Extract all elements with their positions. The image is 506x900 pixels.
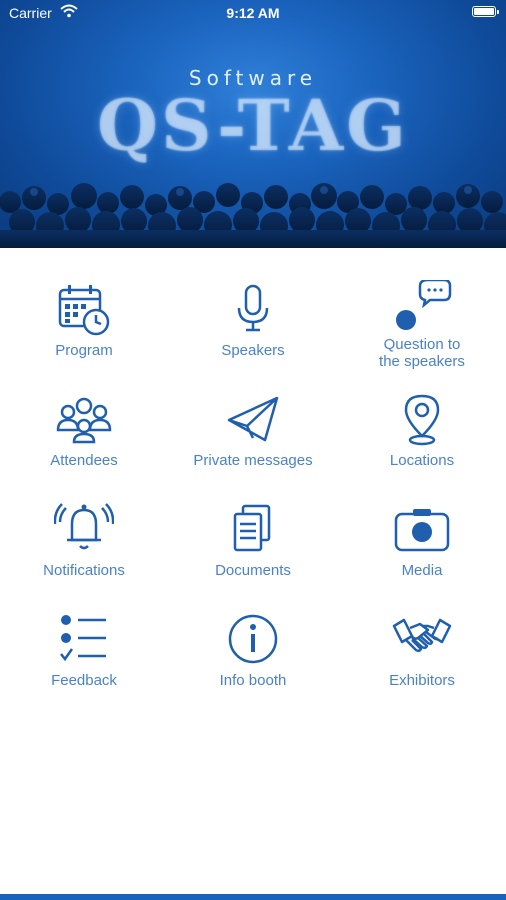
calendar-clock-icon: [58, 285, 110, 336]
menu-item-speakers[interactable]: Speakers: [169, 276, 337, 386]
menu-item-documents[interactable]: Documents: [169, 496, 337, 606]
menu-item-label: Feedback: [51, 672, 117, 689]
menu-item-info-booth[interactable]: Info booth: [169, 606, 337, 716]
camera-icon: [394, 509, 450, 552]
menu-item-label: Private messages: [193, 452, 313, 469]
people-group-icon: [56, 397, 112, 444]
menu-item-media[interactable]: Media: [338, 496, 506, 606]
status-bar: Carrier 9:12 AM: [0, 0, 506, 28]
battery-icon: [472, 6, 499, 17]
checklist-icon: [60, 615, 106, 662]
menu-item-questions[interactable]: Question to the speakers: [338, 276, 506, 386]
chat-bubble-person-icon: [396, 280, 452, 330]
crowd-silhouette: [0, 183, 506, 248]
menu-item-private-messages[interactable]: Private messages: [169, 386, 337, 496]
microphone-icon: [237, 284, 269, 332]
header-banner: Software QS-TAG: [0, 0, 506, 248]
info-icon: [228, 614, 278, 664]
menu-item-label: Notifications: [43, 562, 125, 579]
menu-item-program[interactable]: Program: [0, 276, 168, 386]
brand-logo: QS-TAG: [97, 84, 409, 167]
menu-item-label: Documents: [215, 562, 291, 579]
documents-icon: [233, 504, 271, 552]
menu-item-feedback[interactable]: Feedback: [0, 606, 168, 716]
handshake-icon: [392, 618, 452, 653]
menu-item-exhibitors[interactable]: Exhibitors: [338, 606, 506, 716]
menu-item-label: Info booth: [219, 672, 287, 689]
paper-plane-icon: [227, 396, 279, 442]
menu-item-label: Question to the speakers: [379, 336, 465, 370]
bell-icon: [54, 503, 114, 550]
menu-item-label: Exhibitors: [389, 672, 455, 689]
bottom-accent-bar: [0, 894, 506, 900]
menu-item-label: Media: [401, 562, 443, 579]
menu-item-attendees[interactable]: Attendees: [0, 386, 168, 496]
menu-item-label: Program: [55, 342, 113, 359]
menu-item-locations[interactable]: Locations: [338, 386, 506, 496]
menu-item-label: Locations: [389, 452, 455, 469]
menu-item-notifications[interactable]: Notifications: [0, 496, 168, 606]
menu-item-label: Attendees: [50, 452, 118, 469]
map-pin-icon: [404, 394, 440, 446]
clock: 9:12 AM: [226, 5, 280, 21]
menu-item-label: Speakers: [221, 342, 285, 359]
